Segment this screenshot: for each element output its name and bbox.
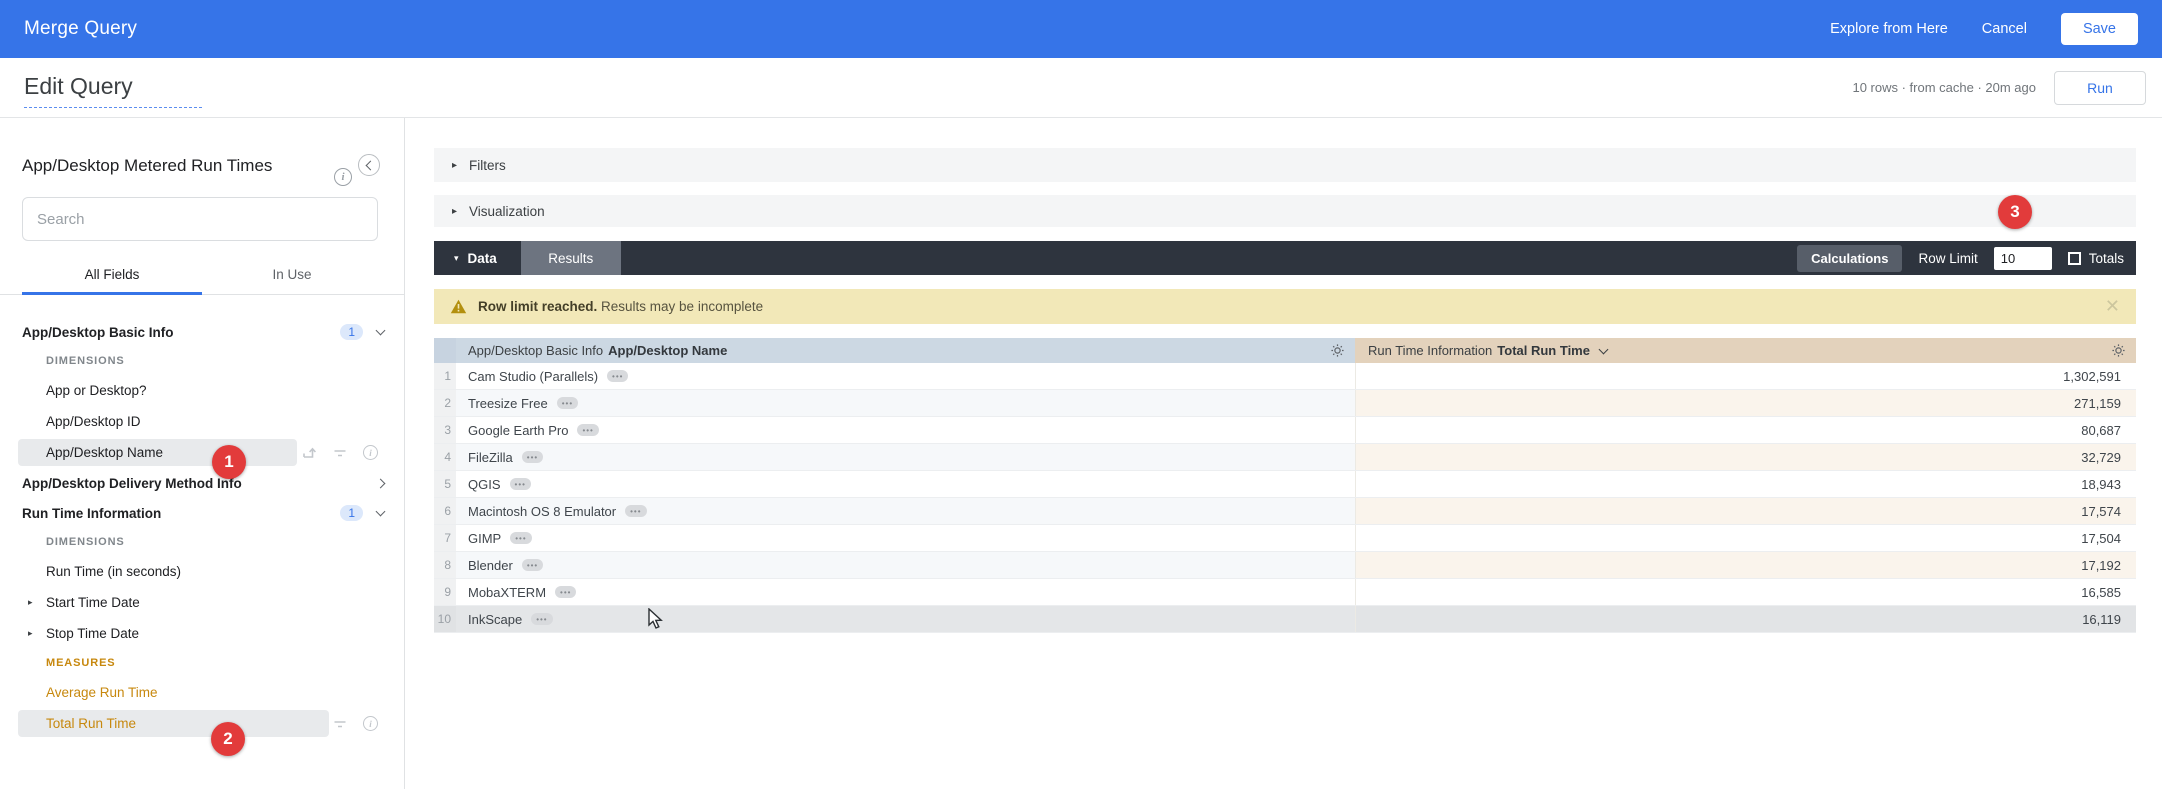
field-search-input[interactable] — [22, 197, 378, 241]
tab-results[interactable]: Results — [521, 241, 621, 275]
chevron-down-icon — [376, 507, 386, 517]
expand-filters-icon: ▸ — [452, 160, 457, 171]
table-row[interactable]: 3 Google Earth Pro••• 80,687 — [434, 417, 2136, 444]
explore-from-here-link[interactable]: Explore from Here — [1830, 21, 1948, 37]
top-app-bar: Merge Query Explore from Here Cancel Sav… — [0, 0, 2162, 58]
field-list: App/Desktop Basic Info 1 DIMENSIONS App … — [0, 317, 404, 739]
group-app-desktop-basic-info[interactable]: App/Desktop Basic Info 1 — [0, 317, 404, 347]
table-row[interactable]: 9 MobaXTERM••• 16,585 — [434, 579, 2136, 606]
field-picker-sidebar: App/Desktop Metered Run Times i All Fiel… — [0, 118, 405, 789]
query-status: 10 rows · from cache · 20m ago — [1852, 80, 2036, 95]
section-measures-label: MEASURES — [0, 649, 404, 677]
column-gear-icon[interactable] — [2111, 343, 2126, 358]
table-row-hovered[interactable]: 10 InkScape••• 16,119 — [434, 606, 2136, 633]
results-table: App/Desktop Basic Info App/Desktop Name … — [434, 338, 2136, 633]
cell-menu-icon[interactable]: ••• — [607, 370, 628, 382]
collapse-sidebar-button[interactable] — [358, 154, 380, 176]
cell-menu-icon[interactable]: ••• — [625, 505, 646, 517]
totals-checkbox[interactable] — [2068, 252, 2081, 265]
field-run-time-seconds[interactable]: Run Time (in seconds) — [0, 556, 404, 587]
expand-tree-icon[interactable]: ▸ — [28, 628, 33, 639]
section-dimensions-label: DIMENSIONS — [0, 528, 404, 556]
collapse-data-icon: ▾ — [454, 253, 459, 264]
field-app-or-desktop[interactable]: App or Desktop? — [0, 375, 404, 406]
field-info-icon[interactable]: i — [363, 716, 378, 731]
field-stop-time-date[interactable]: ▸ Stop Time Date — [0, 618, 404, 649]
mouse-cursor — [648, 608, 668, 630]
cell-menu-icon[interactable]: ••• — [522, 559, 543, 571]
cell-menu-icon[interactable]: ••• — [555, 586, 576, 598]
table-row[interactable]: 5 QGIS••• 18,943 — [434, 471, 2136, 498]
cell-menu-icon[interactable]: ••• — [577, 424, 598, 436]
data-section-header[interactable]: ▾ Data — [434, 251, 521, 266]
filters-section-header[interactable]: ▸ Filters — [434, 148, 2136, 182]
query-actions: 10 rows · from cache · 20m ago Run — [1852, 71, 2146, 105]
table-row[interactable]: 6 Macintosh OS 8 Emulator••• 17,574 — [434, 498, 2136, 525]
totals-label: Totals — [2089, 251, 2124, 266]
expand-visualization-icon: ▸ — [452, 206, 457, 217]
page-title[interactable]: Edit Query — [24, 73, 202, 108]
warning-icon — [450, 299, 467, 314]
fields-in-use-count: 1 — [340, 324, 363, 340]
data-section-bar: ▾ Data Results Calculations Row Limit To… — [434, 241, 2136, 275]
annotation-badge-2: 2 — [211, 722, 245, 756]
tab-all-fields[interactable]: All Fields — [22, 267, 202, 294]
tab-in-use[interactable]: In Use — [202, 267, 382, 294]
table-row[interactable]: 4 FileZilla••• 32,729 — [434, 444, 2136, 471]
field-app-desktop-name[interactable]: App/Desktop Name i — [0, 437, 404, 468]
topbar-actions: Explore from Here Cancel Save — [1830, 13, 2138, 45]
chevron-down-icon — [376, 326, 386, 336]
table-row[interactable]: 2 Treesize Free••• 271,159 — [434, 390, 2136, 417]
visualization-section-header[interactable]: ▸ Visualization — [434, 195, 2136, 227]
view-info-icon[interactable]: i — [334, 168, 352, 186]
cell-menu-icon[interactable]: ••• — [510, 478, 531, 490]
results-table-header: App/Desktop Basic Info App/Desktop Name … — [434, 338, 2136, 363]
table-row[interactable]: 8 Blender••• 17,192 — [434, 552, 2136, 579]
data-bar-controls: Calculations Row Limit Totals — [1797, 245, 2136, 272]
sort-desc-icon — [1599, 344, 1609, 354]
section-dimensions-label: DIMENSIONS — [0, 347, 404, 375]
chevron-left-icon — [365, 160, 375, 170]
group-run-time-information[interactable]: Run Time Information 1 — [0, 498, 404, 528]
column-header-app-desktop-name[interactable]: App/Desktop Basic Info App/Desktop Name — [456, 338, 1355, 363]
annotation-badge-1: 1 — [212, 445, 246, 479]
merge-query-window: Merge Query Explore from Here Cancel Sav… — [0, 0, 2162, 789]
table-row[interactable]: 1 Cam Studio (Parallels)••• 1,302,591 — [434, 363, 2136, 390]
filter-icon[interactable] — [332, 447, 348, 459]
calculations-button[interactable]: Calculations — [1797, 245, 1902, 272]
run-button[interactable]: Run — [2054, 71, 2146, 105]
save-button[interactable]: Save — [2061, 13, 2138, 45]
annotation-badge-3: 3 — [1998, 195, 2032, 229]
column-gear-icon[interactable] — [1330, 343, 1345, 358]
field-total-run-time[interactable]: Total Run Time i — [0, 708, 404, 739]
row-limit-input[interactable] — [1994, 247, 2052, 270]
app-title: Merge Query — [24, 18, 137, 40]
cell-menu-icon[interactable]: ••• — [522, 451, 543, 463]
field-info-icon[interactable]: i — [363, 445, 378, 460]
close-banner-icon[interactable]: ✕ — [2105, 296, 2120, 317]
column-header-total-run-time[interactable]: Run Time Information Total Run Time — [1355, 338, 2136, 363]
warning-message: Row limit reached. Results may be incomp… — [478, 299, 763, 314]
row-limit-label: Row Limit — [1918, 251, 1977, 266]
group-delivery-method-info[interactable]: App/Desktop Delivery Method Info — [0, 468, 404, 498]
field-start-time-date[interactable]: ▸ Start Time Date — [0, 587, 404, 618]
filter-icon[interactable] — [332, 718, 348, 730]
chevron-right-icon — [376, 478, 386, 488]
fields-in-use-count: 1 — [340, 505, 363, 521]
row-number-header-cell — [434, 338, 456, 363]
pivot-icon[interactable] — [301, 445, 317, 460]
query-main-area: ▸ Filters ▸ Visualization ▾ Data Results… — [434, 118, 2136, 789]
table-row[interactable]: 7 GIMP••• 17,504 — [434, 525, 2136, 552]
field-app-desktop-id[interactable]: App/Desktop ID — [0, 406, 404, 437]
edit-query-header: Edit Query 10 rows · from cache · 20m ag… — [0, 58, 2162, 118]
field-average-run-time[interactable]: Average Run Time — [0, 677, 404, 708]
cell-menu-icon[interactable]: ••• — [510, 532, 531, 544]
cell-menu-icon[interactable]: ••• — [557, 397, 578, 409]
cell-menu-icon[interactable]: ••• — [531, 613, 552, 625]
cancel-link[interactable]: Cancel — [1982, 21, 2027, 37]
field-tabs: All Fields In Use — [0, 267, 404, 295]
row-limit-warning-banner: Row limit reached. Results may be incomp… — [434, 289, 2136, 324]
expand-tree-icon[interactable]: ▸ — [28, 597, 33, 608]
